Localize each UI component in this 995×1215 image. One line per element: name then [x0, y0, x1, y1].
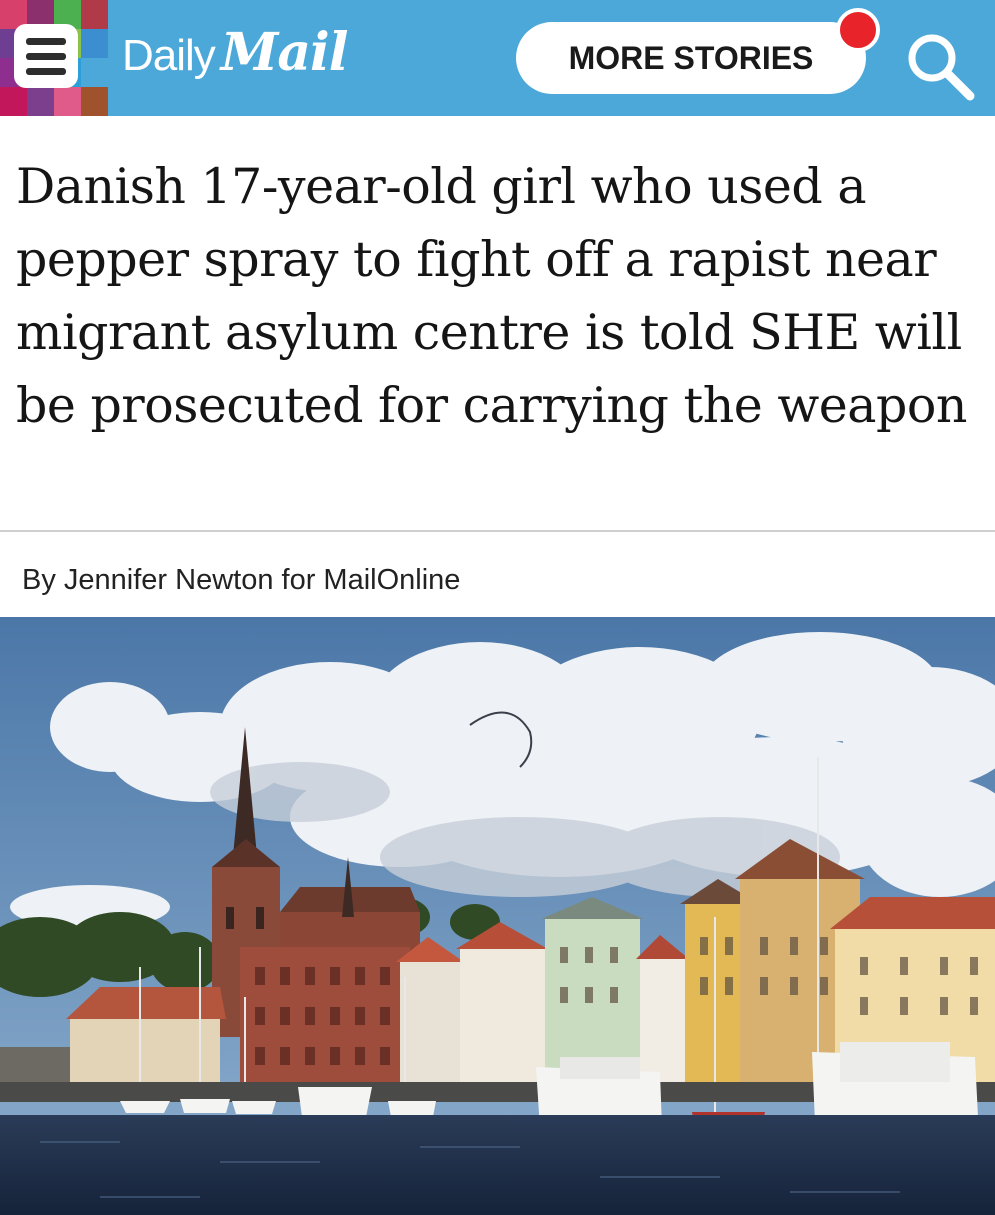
daily-mail-logo[interactable]: Daily Mail — [122, 22, 349, 92]
brand-daily-text: Daily — [122, 31, 216, 80]
article-photo[interactable] — [0, 617, 995, 1215]
brand-mail-text: Mail — [220, 22, 349, 83]
headline-divider — [0, 530, 995, 532]
article-byline: By Jennifer Newton for MailOnline — [22, 564, 461, 596]
search-icon[interactable] — [900, 26, 980, 106]
top-header-bar: Daily Mail MORE STORIES — [0, 0, 995, 116]
hamburger-menu-icon[interactable] — [14, 24, 78, 88]
more-stories-button[interactable]: MORE STORIES — [516, 22, 866, 94]
notification-dot-icon — [836, 8, 880, 52]
article-headline: Danish 17-year-old girl who used a peppe… — [16, 158, 967, 434]
